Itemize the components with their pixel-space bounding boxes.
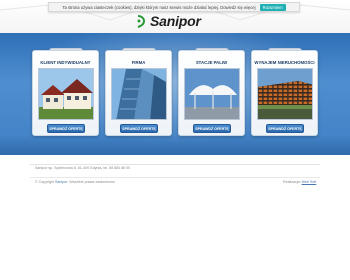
card-image-station [184, 68, 240, 120]
check-offer-button[interactable]: SPRAWDŹ OFERTĘ [120, 124, 158, 133]
credits-link[interactable]: Web Soft [302, 180, 317, 184]
logo[interactable]: Sanipor [136, 13, 201, 29]
credits-label: Realizacja: [283, 180, 301, 184]
copyright-suffix: . Wszelkie prawa zastrzeżone. [67, 180, 116, 184]
offer-card-fuel-stations[interactable]: STACJE PALIW SPRAWDŹ OFERTĘ [178, 50, 245, 136]
card-title: STACJE PALIW [195, 60, 228, 65]
cookie-banner: Ta strona używa ciasteczek (cookies), dz… [48, 2, 300, 12]
card-image-skyscrapers [111, 68, 167, 120]
offer-card-real-estate[interactable]: WYNAJEM NIERUCHOMOŚCI SPRAWDŹ OFERTĘ [251, 50, 318, 136]
card-image-houses [38, 68, 94, 120]
copyright-prefix: © Copyright [35, 180, 55, 184]
check-offer-button[interactable]: SPRAWDŹ OFERTĘ [266, 124, 304, 133]
logo-icon [137, 14, 146, 28]
check-offer-button[interactable]: SPRAWDŹ OFERTĘ [47, 124, 85, 133]
cookie-accept-button[interactable]: Rozumiem [259, 3, 286, 11]
offer-card-individual[interactable]: KLIENT INDYWIDUALNY SPRAWDŹ OFERTĘ [32, 50, 99, 136]
copyright-link[interactable]: Sanipor [55, 180, 67, 184]
footer-divider [30, 177, 320, 178]
card-title: KLIENT INDYWIDUALNY [40, 60, 91, 65]
company-address: Sanipor sp. Spichrzowa 8, 81-409 Gdynia,… [35, 166, 131, 170]
logo-text: Sanipor [150, 13, 201, 29]
offer-card-company[interactable]: FIRMA SPRAWDŹ OFERTĘ [105, 50, 172, 136]
copyright: © Copyright Sanipor. Wszelkie prawa zast… [35, 180, 116, 184]
check-offer-button[interactable]: SPRAWDŹ OFERTĘ [193, 124, 231, 133]
footer-divider [30, 164, 320, 165]
credits: Realizacja: Web Soft [283, 180, 316, 184]
card-title: WYNAJEM NIERUCHOMOŚCI [254, 60, 315, 65]
cookie-text: Ta strona używa ciasteczek (cookies), dz… [62, 4, 256, 10]
card-image-building [257, 68, 313, 120]
band-shade [0, 135, 350, 155]
card-title: FIRMA [131, 60, 146, 65]
